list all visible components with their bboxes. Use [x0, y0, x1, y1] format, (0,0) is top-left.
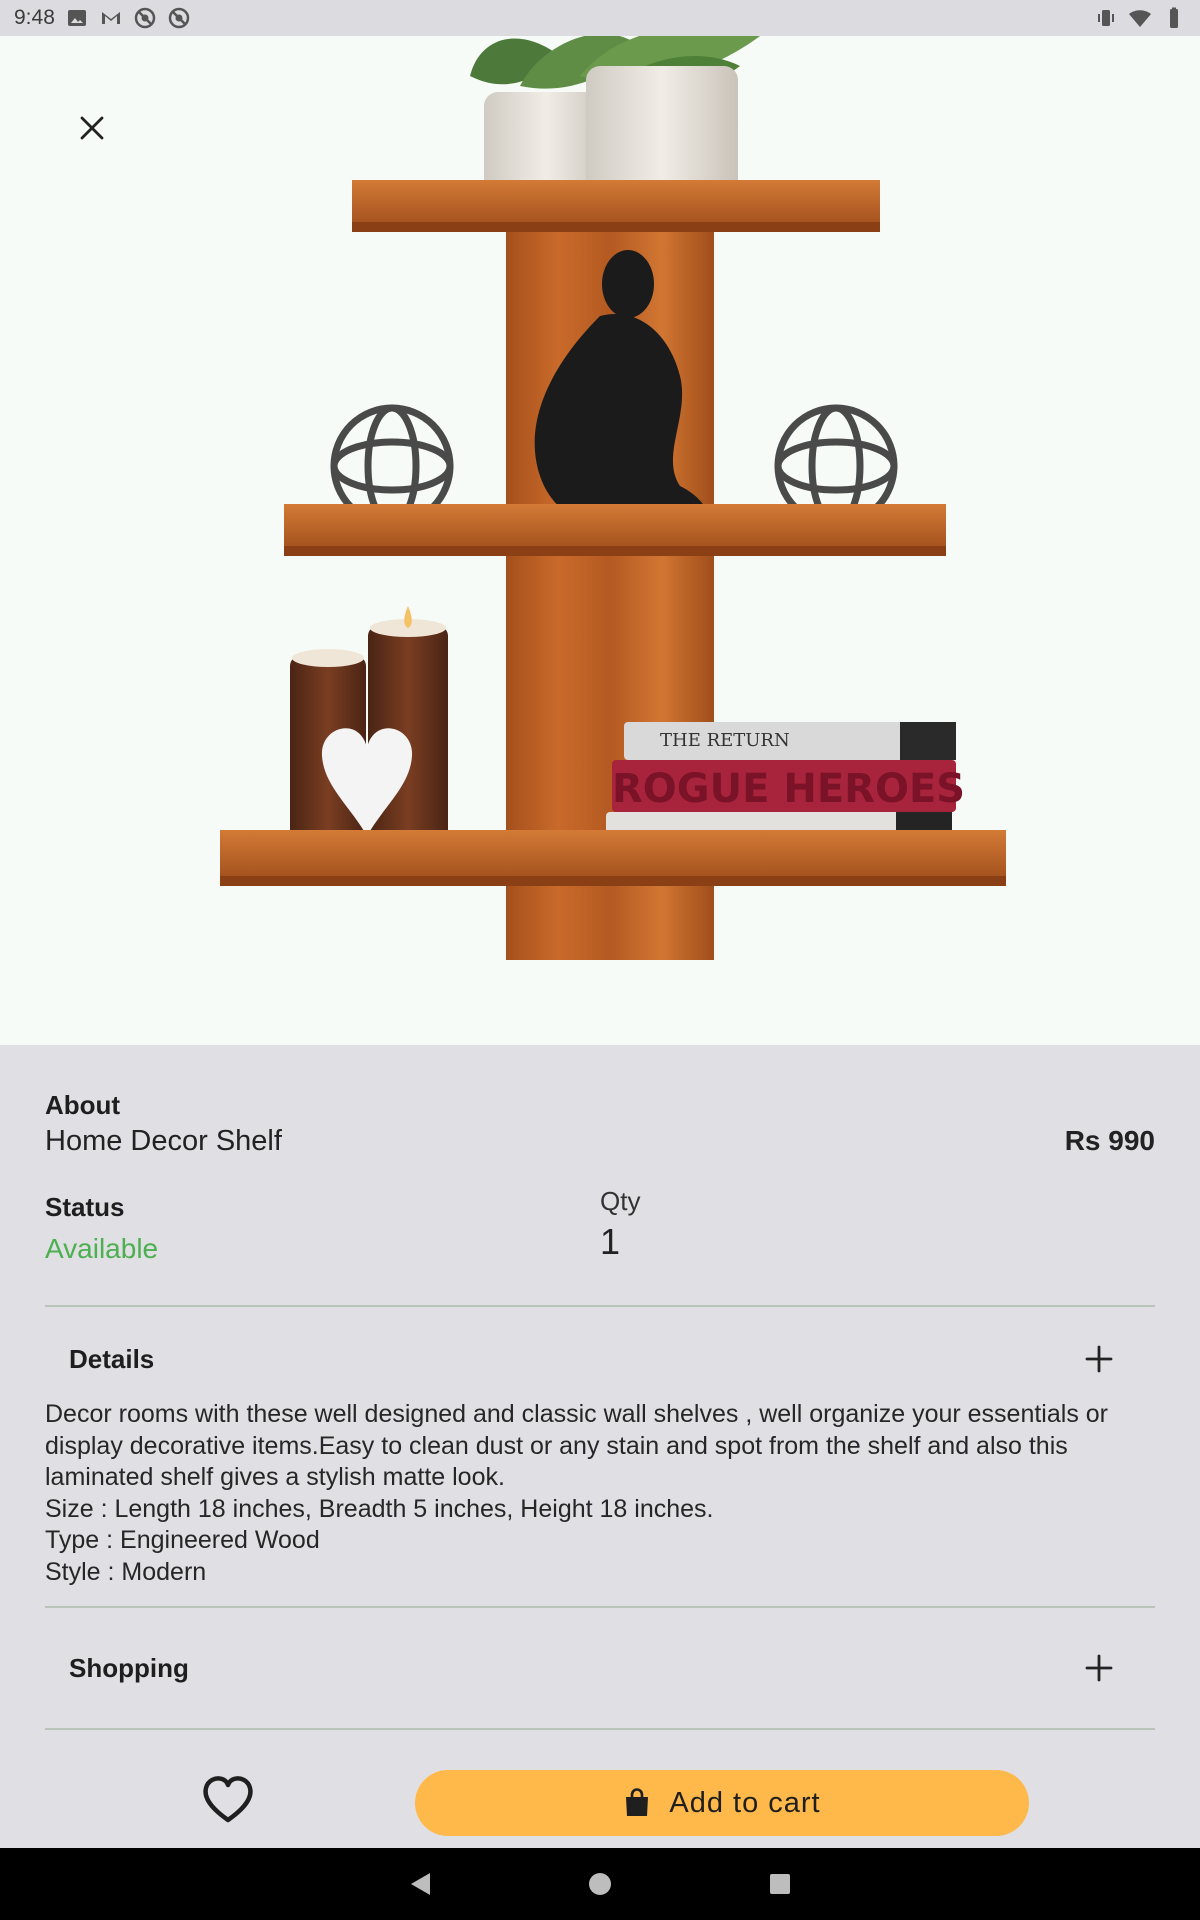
close-icon [80, 116, 104, 140]
add-to-cart-label: Add to cart [669, 1786, 821, 1819]
about-label: About [45, 1090, 121, 1120]
wifi-icon [1129, 10, 1151, 27]
shopping-section-header[interactable]: Shopping [45, 1608, 1155, 1728]
status-label: Status [45, 1192, 125, 1222]
shopping-title: Shopping [69, 1652, 189, 1683]
details-description: Decor rooms with these well designed and… [45, 1400, 1108, 1586]
status-time: 9:48 [14, 6, 55, 29]
recents-button[interactable] [765, 1869, 795, 1899]
product-price: Rs 990 [1064, 1125, 1155, 1156]
status-column: Status Available [45, 1192, 600, 1265]
plus-icon[interactable] [1083, 1652, 1115, 1684]
status-qty-row: Status Available Qty 1 [45, 1186, 1155, 1265]
image-icon [67, 10, 86, 26]
favorite-button[interactable] [200, 1774, 256, 1826]
heart-icon [203, 1776, 253, 1823]
svg-text:ROGUE HEROES: ROGUE HEROES [612, 766, 965, 812]
gmail-icon [101, 12, 120, 24]
details-section-header[interactable]: Details [45, 1307, 1155, 1411]
status-bar: 9:48 [0, 0, 1200, 36]
qty-label: Qty [600, 1186, 641, 1216]
qty-column: Qty 1 [600, 1186, 1155, 1265]
battery-icon [1170, 7, 1178, 28]
shelf-illustration: THE RETURN ROGUE HEROES EVICTED [220, 36, 1006, 960]
home-button[interactable] [585, 1869, 615, 1899]
sync-icon [134, 7, 156, 29]
home-icon [589, 1873, 611, 1895]
navigation-bar [0, 1848, 1200, 1920]
divider [45, 1728, 1155, 1730]
product-details: About Home Decor Shelf Rs 990 Status Ava… [45, 1090, 1155, 1730]
back-button[interactable] [405, 1869, 435, 1899]
shopping-bag-icon [626, 1788, 649, 1816]
svg-text:THE RETURN: THE RETURN [660, 730, 790, 751]
product-image: THE RETURN ROGUE HEROES EVICTED [0, 36, 1200, 1045]
details-title: Details [69, 1343, 155, 1374]
add-to-cart-button[interactable]: Add to cart [415, 1770, 1029, 1836]
recents-icon [770, 1874, 790, 1894]
status-value: Available [45, 1233, 159, 1264]
close-button[interactable] [72, 108, 112, 148]
product-name: Home Decor Shelf [45, 1125, 282, 1157]
sync-icon [168, 7, 190, 29]
vibrate-icon [1098, 10, 1114, 26]
about-row: Home Decor Shelf Rs 990 [45, 1125, 1155, 1158]
back-icon [411, 1873, 430, 1895]
status-right [1094, 6, 1186, 30]
plus-icon[interactable] [1083, 1343, 1115, 1375]
status-left: 9:48 [14, 6, 191, 30]
bottom-action-bar: Add to cart [0, 1748, 1200, 1848]
qty-value[interactable]: 1 [600, 1221, 1155, 1263]
